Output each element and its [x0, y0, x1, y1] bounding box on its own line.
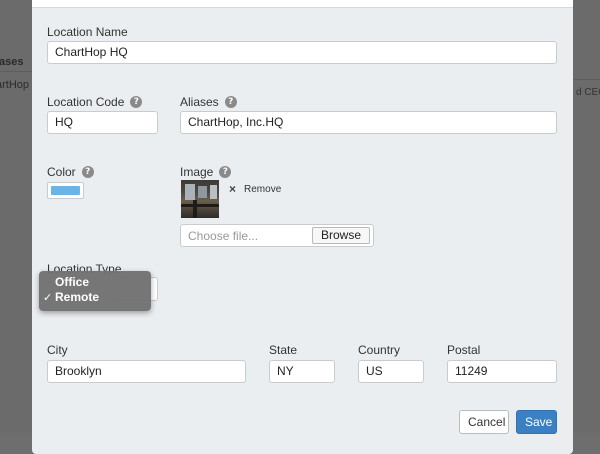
- background-right-text: d CEO: [575, 87, 600, 98]
- location-type-dropdown: Office ✓ Remote: [39, 271, 151, 311]
- city-label: City: [47, 343, 68, 357]
- aliases-input[interactable]: ChartHop, Inc.HQ: [180, 111, 557, 134]
- cancel-button[interactable]: Cancel: [459, 410, 509, 434]
- postal-label: Postal: [447, 343, 481, 357]
- location-code-label: Location Code ?: [47, 95, 143, 109]
- image-thumbnail: [181, 180, 219, 218]
- edit-location-modal: Location Name ChartHop HQ Location Code …: [32, 0, 573, 454]
- state-input[interactable]: NY: [269, 360, 335, 383]
- country-input[interactable]: US: [358, 360, 424, 383]
- modal-header: [32, 0, 573, 8]
- dropdown-option-remote[interactable]: ✓ Remote: [39, 290, 151, 305]
- browse-button[interactable]: Browse: [311, 227, 370, 244]
- close-icon: ×: [229, 182, 237, 196]
- help-icon[interactable]: ?: [224, 96, 237, 108]
- aliases-label: Aliases ?: [180, 95, 237, 109]
- help-icon[interactable]: ?: [219, 166, 232, 178]
- image-label: Image ?: [180, 165, 232, 179]
- state-label: State: [269, 343, 298, 357]
- file-input[interactable]: Choose file... Browse: [180, 224, 374, 247]
- city-input[interactable]: Brooklyn: [47, 360, 246, 383]
- remove-image-button[interactable]: × Remove: [229, 182, 281, 196]
- save-button[interactable]: Save: [516, 410, 557, 434]
- help-icon[interactable]: ?: [81, 166, 94, 178]
- location-code-input[interactable]: HQ: [47, 111, 158, 134]
- file-input-placeholder: Choose file...: [188, 229, 259, 243]
- check-icon: ✓: [43, 291, 53, 304]
- color-swatch-fill: [51, 186, 80, 195]
- dropdown-option-office[interactable]: Office: [39, 275, 151, 290]
- background-divider: [570, 79, 600, 80]
- background-divider: [0, 71, 32, 72]
- color-picker[interactable]: [47, 182, 84, 199]
- color-label: Color ?: [47, 165, 94, 179]
- country-label: Country: [358, 343, 401, 357]
- background-heading: iases: [0, 56, 24, 68]
- background-row-text: artHop: [0, 79, 30, 91]
- postal-input[interactable]: 11249: [447, 360, 557, 383]
- location-name-input[interactable]: ChartHop HQ: [47, 41, 557, 64]
- location-name-label: Location Name: [47, 25, 128, 39]
- help-icon[interactable]: ?: [130, 96, 143, 108]
